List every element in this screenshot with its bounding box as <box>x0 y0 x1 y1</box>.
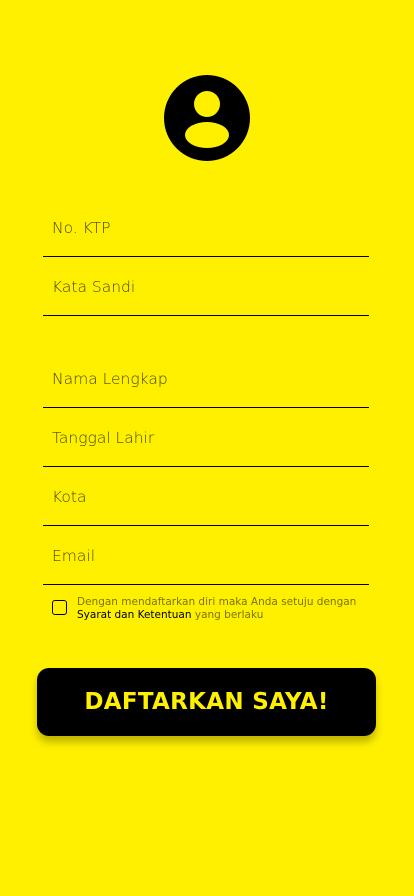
birth-date-input[interactable] <box>43 409 369 466</box>
birth-date-field[interactable] <box>43 409 369 467</box>
password-input[interactable] <box>43 258 369 315</box>
register-button[interactable]: DAFTARKAN SAYA! <box>37 668 376 736</box>
terms-prefix: Dengan mendaftarkan diri maka Anda setuj… <box>77 596 357 608</box>
terms-text: Dengan mendaftarkan diri maka Anda setuj… <box>77 596 377 622</box>
password-field[interactable] <box>43 258 369 316</box>
terms-link[interactable]: Syarat dan Ketentuan <box>77 609 192 621</box>
email-input[interactable] <box>43 527 369 584</box>
terms-checkbox[interactable] <box>52 600 67 615</box>
city-field[interactable] <box>43 468 369 526</box>
full-name-field[interactable] <box>43 350 369 408</box>
full-name-input[interactable] <box>43 350 369 407</box>
ktp-field[interactable] <box>43 199 369 257</box>
account-circle-icon <box>164 75 250 161</box>
terms-suffix: yang berlaku <box>194 609 264 621</box>
ktp-input[interactable] <box>43 199 369 256</box>
city-input[interactable] <box>43 468 369 525</box>
email-field[interactable] <box>43 527 369 585</box>
